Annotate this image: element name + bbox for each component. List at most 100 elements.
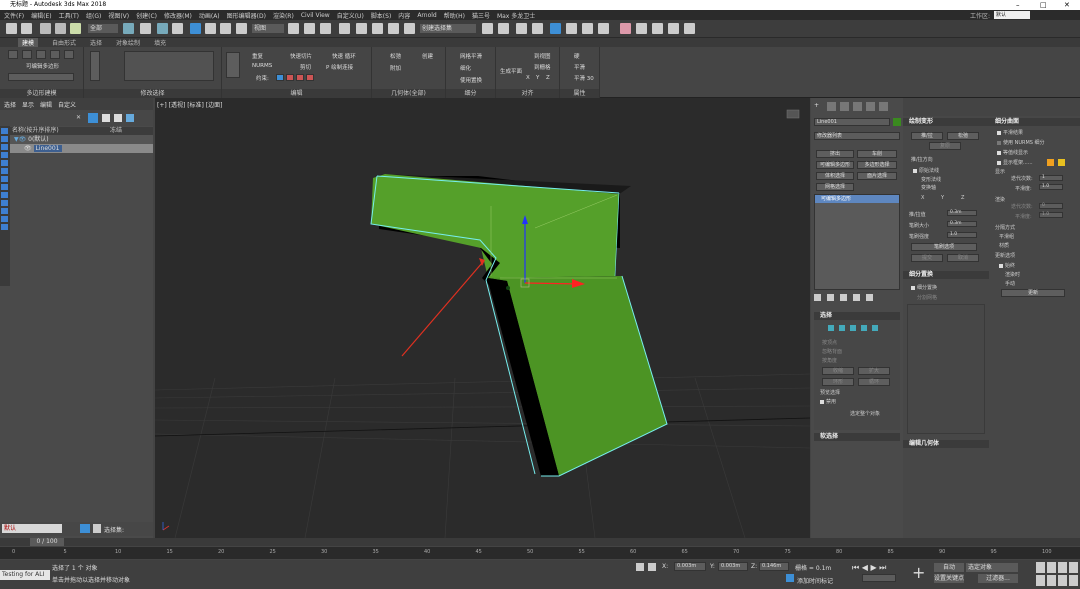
polymod-tools[interactable] [8,73,74,81]
rollout-header-subdisp[interactable]: 细分置换 [903,271,989,279]
link-icon[interactable] [40,23,51,34]
cut-button[interactable]: 剪切 [300,63,311,71]
patchselect-button[interactable]: 面片选择 [857,172,897,180]
zoom-all-icon[interactable] [1047,562,1056,573]
update-manual-radio[interactable]: 手动 [1005,280,1015,287]
layer-manager-icon[interactable] [93,524,101,533]
lock-icon[interactable] [102,114,110,122]
polyselect-button[interactable]: 多边形选择 [857,161,897,169]
paint-connect-button[interactable]: P 绘制连接 [326,63,353,71]
redo-icon[interactable] [21,23,32,34]
sep-material-checkbox[interactable]: 材质 [999,242,1009,249]
orbit-icon[interactable] [1058,575,1067,586]
menu-select[interactable]: 选择 [4,100,16,109]
selection-filter[interactable]: 全部 [88,24,118,33]
close-icon[interactable]: ✕ [76,114,84,122]
curve-editor-icon[interactable] [566,23,577,34]
angle-snap-icon[interactable] [356,23,367,34]
polygon-icon[interactable] [861,325,867,331]
repeat-button[interactable]: 重复 [252,52,263,60]
menu-item-6[interactable]: 修改器(M) [164,11,192,20]
select-object-icon[interactable] [123,23,134,34]
add-key-icon[interactable]: + [912,564,930,582]
loop-button[interactable]: 循环 [858,378,890,386]
maximize-viewport-icon[interactable] [1069,575,1078,586]
tessellate-button[interactable]: 细化 [460,64,471,72]
ring-button[interactable]: 环形 [822,378,854,386]
pivot-icon[interactable] [288,23,299,34]
isoline-checkbox[interactable]: 等值线显示 [997,149,1028,156]
percent-snap-icon[interactable] [372,23,383,34]
unlink-icon[interactable] [55,23,66,34]
edge-mode-icon[interactable] [22,50,32,59]
scene-row-line001[interactable]: 👁 Line001 [10,144,153,153]
unique-icon[interactable] [840,294,847,301]
border-mode-icon[interactable] [36,50,46,59]
keyboard-shortcut-icon[interactable] [320,23,331,34]
select-by-name-icon[interactable] [140,23,151,34]
constraint-none-icon[interactable] [276,74,284,81]
playback-controls[interactable]: ⏮ ◀ ▶ ⏭ [852,563,902,573]
material-editor-icon[interactable] [598,23,609,34]
menu-item-4[interactable]: 视图(V) [108,11,129,20]
show-end-icon[interactable] [827,294,834,301]
pan-icon[interactable] [1047,575,1056,586]
relax-paint-button[interactable]: 松弛 [947,132,979,140]
place-icon[interactable] [236,23,247,34]
maximize-button[interactable]: □ [1040,0,1047,10]
display-tab-icon[interactable] [866,102,875,111]
modsel-tools[interactable] [90,51,100,81]
edit-big-icon[interactable] [226,52,240,78]
undo-icon[interactable] [6,23,17,34]
rollout-header-subdsurf[interactable]: 细分曲面 [989,118,1080,126]
extrude-button[interactable]: 挤出 [816,150,854,158]
frame-indicator[interactable]: 0 / 100 [30,538,64,546]
update-button[interactable]: 更新 [1001,289,1065,297]
scene-explorer-icon[interactable] [532,23,543,34]
motion-tab-icon[interactable] [853,102,862,111]
window-crossing-icon[interactable] [172,23,183,34]
configure-icon[interactable] [866,294,873,301]
layers-icon[interactable] [126,114,134,122]
teapot-icon[interactable] [668,23,679,34]
smooth-result-checkbox[interactable]: 平滑结果 [997,129,1023,136]
editpoly-button[interactable]: 可编辑多边形 [816,161,854,169]
ignore-backface-option[interactable]: 忽略背面 [822,348,842,355]
layer-icon[interactable] [516,23,527,34]
align-x-button[interactable]: X [526,75,530,81]
isolate-icon[interactable] [636,563,644,571]
layer-name-field[interactable]: 默认 [2,524,62,533]
push-pull-button[interactable]: 推/拉 [911,132,943,140]
filter-icon[interactable] [88,113,98,123]
key-filter-select[interactable]: 选定对象 [966,563,1018,572]
sep-smoothing-checkbox[interactable]: 平滑组 [999,233,1014,240]
x-coord-field[interactable]: 0.003m [674,562,706,571]
auto-key-button[interactable]: 自动 [934,563,964,572]
align-z-button[interactable]: Z [546,75,550,81]
render-iterations-field[interactable]: 0 [1039,203,1063,209]
close-button[interactable]: ✕ [1064,0,1070,10]
deformed-normals-radio[interactable]: 变形法线 [921,176,941,183]
by-angle-option[interactable]: 按角度 [822,357,837,364]
menu-item-13[interactable]: 内容 [398,11,410,20]
zoom-extents-icon[interactable] [1058,562,1067,573]
rollout-header-selection[interactable]: 选择 [814,312,900,320]
element-icon[interactable] [872,325,878,331]
ribbon-toggle-icon[interactable] [550,23,561,34]
create-tab-icon[interactable]: + [814,102,823,111]
hierarchy-icon[interactable] [114,114,122,122]
render-setup-icon[interactable] [620,23,631,34]
time-slider[interactable]: 0 / 100 [0,538,1080,546]
constraint-face-icon[interactable] [296,74,304,81]
bind-icon[interactable] [70,23,81,34]
border-icon[interactable] [850,325,856,331]
time-tag-icon[interactable] [786,574,794,582]
attach-button[interactable]: 附加 [390,64,401,72]
minimize-button[interactable]: – [1016,0,1020,10]
menu-item-14[interactable]: Arnold [417,12,436,19]
tab-object-paint[interactable]: 对象绘制 [116,38,140,47]
stack-item-editpoly[interactable]: 可编辑多边形 [815,195,899,203]
menu-item-17[interactable]: Max 多龙卫士 [497,11,535,20]
commit-button[interactable]: 提交 [911,254,943,262]
tab-freeform[interactable]: 自由形式 [52,38,76,47]
